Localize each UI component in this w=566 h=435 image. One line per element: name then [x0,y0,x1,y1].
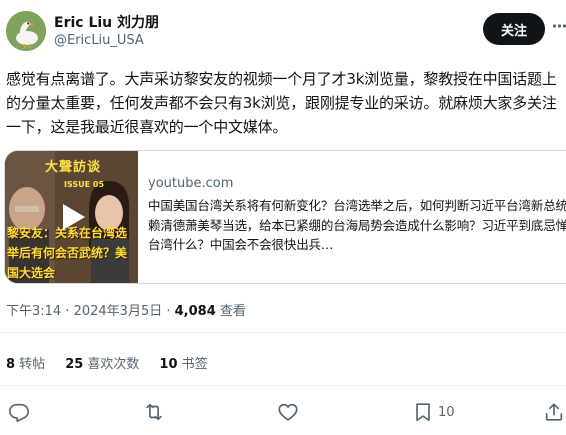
tweet-text: 感觉有点离谱了。大声采访黎安友的视频一个月了才3k浏览量，黎教授在中国话题上的分… [6,70,557,136]
bookmarks-label: 书签 [177,357,208,372]
divider [0,385,566,386]
reply-button[interactable] [8,400,30,424]
play-icon[interactable] [57,201,89,233]
more-icon[interactable] [552,16,566,40]
retweets-label: 转帖 [15,357,46,372]
bookmarks-stat[interactable]: 10 书签 [159,353,207,372]
tweet-stats: 8 转帖 25 喜欢次数 10 书签 [6,353,228,372]
retweet-icon [146,403,162,421]
retweets-stat[interactable]: 8 转帖 [6,353,45,372]
bookmarks-count: 10 [159,357,178,372]
likes-count: 25 [65,357,84,372]
thumbnail-issue: ISSUE 05 [64,180,105,189]
views-count: 4,084 [174,304,216,319]
reply-icon [9,403,29,422]
divider [0,332,566,333]
avatar[interactable] [6,11,46,51]
retweet-button[interactable] [143,400,165,424]
bookmark-count: 10 [438,404,455,420]
author-name[interactable]: Eric Liu 刘力朋 [54,12,159,32]
action-bar: 10 [0,398,566,426]
retweets-count: 8 [6,357,16,372]
tweet-timestamp[interactable]: 下午3:14 · 2024年3月5日 · [6,304,175,319]
author-handle[interactable]: @EricLiu_USA [54,33,144,48]
share-icon [545,403,563,421]
bookmark-icon [416,403,430,422]
goose-avatar-icon [6,11,46,51]
like-button[interactable] [277,400,299,424]
card-description: 中国美国台湾关系将有何新变化？台湾选举之后，如何判断习近平台湾新总统赖清德萧美琴… [148,198,566,252]
card-body: youtube.com 中国美国台湾关系将有何新变化？台湾选举之后，如何判断习近… [148,176,566,254]
card-domain: youtube.com [148,176,234,191]
heart-icon [278,403,298,421]
bookmark-button[interactable]: 10 [412,400,455,424]
follow-button[interactable]: 关注 [483,13,545,45]
tweet-meta: 下午3:14 · 2024年3月5日 · 4,084 查看 [6,300,246,319]
views-label: 查看 [215,304,246,319]
likes-stat[interactable]: 25 喜欢次数 [65,353,139,372]
tweet-header: Eric Liu 刘力朋 @EricLiu_USA 关注 [0,0,566,62]
link-card[interactable]: 大聲訪谈 ISSUE 05 黎安友：关系在台湾选举后有何会否武统？美国大选会 y… [4,150,566,284]
share-button[interactable] [543,400,565,424]
likes-label: 喜欢次数 [83,357,140,372]
video-thumbnail[interactable]: 大聲訪谈 ISSUE 05 黎安友：关系在台湾选举后有何会否武统？美国大选会 [5,151,138,283]
thumbnail-title: 大聲訪谈 [45,160,102,175]
